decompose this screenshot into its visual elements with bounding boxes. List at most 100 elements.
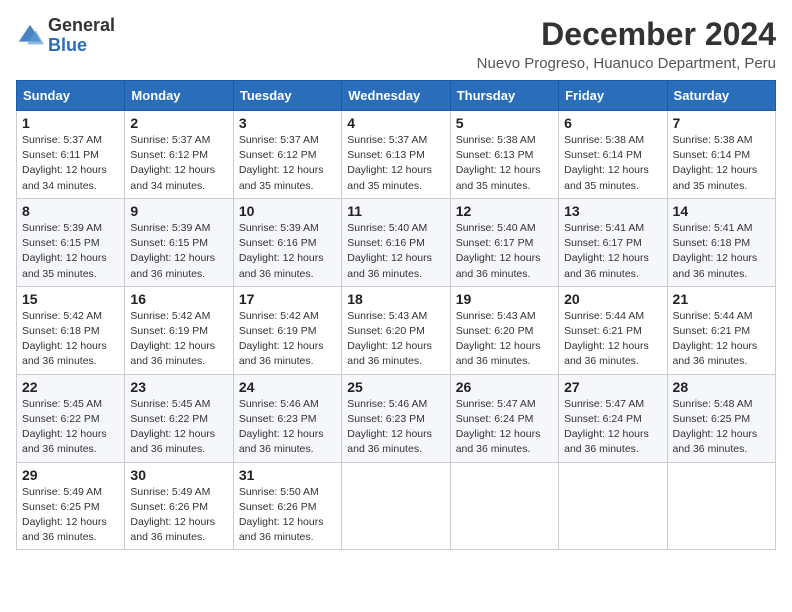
weekday-header-cell: Monday — [125, 81, 233, 111]
calendar-day-cell: 12Sunrise: 5:40 AMSunset: 6:17 PMDayligh… — [450, 198, 558, 286]
calendar-week-row: 8 Sunrise: 5:39 AMSunset: 6:15 PMDaylight… — [17, 198, 776, 286]
calendar-day-cell: 18 Sunrise: 5:43 AMSunset: 6:20 PMDayligh… — [342, 286, 450, 374]
day-info: Sunrise: 5:48 AMSunset: 6:25 PMDaylight:… — [673, 397, 770, 458]
day-number: 26 — [456, 379, 553, 395]
title-section: December 2024 Nuevo Progreso, Huanuco De… — [477, 16, 776, 72]
day-number: 29 — [22, 467, 119, 483]
calendar-day-cell: 19 Sunrise: 5:43 AMSunset: 6:20 PMDayligh… — [450, 286, 558, 374]
weekday-header-cell: Sunday — [17, 81, 125, 111]
page-header: General Blue December 2024 Nuevo Progres… — [16, 16, 776, 72]
calendar-day-cell: 22 Sunrise: 5:45 AMSunset: 6:22 PMDayligh… — [17, 374, 125, 462]
calendar-week-row: 29 Sunrise: 5:49 AMSunset: 6:25 PMDayligh… — [17, 462, 776, 550]
day-info: Sunrise: 5:38 AMSunset: 6:13 PMDaylight:… — [456, 133, 553, 194]
logo-general: General — [48, 15, 115, 35]
calendar-day-cell: 9Sunrise: 5:39 AMSunset: 6:15 PMDaylight… — [125, 198, 233, 286]
day-number: 10 — [239, 203, 336, 219]
calendar-day-cell: 24 Sunrise: 5:46 AMSunset: 6:23 PMDayligh… — [233, 374, 341, 462]
day-number: 5 — [456, 115, 553, 131]
day-info: Sunrise: 5:40 AMSunset: 6:16 PMDaylight:… — [347, 221, 444, 282]
day-number: 24 — [239, 379, 336, 395]
day-info: Sunrise: 5:37 AMSunset: 6:13 PMDaylight:… — [347, 133, 444, 194]
day-number: 1 — [22, 115, 119, 131]
calendar-day-cell: 7 Sunrise: 5:38 AMSunset: 6:14 PMDaylight… — [667, 111, 775, 199]
day-number: 11 — [347, 203, 444, 219]
day-info: Sunrise: 5:45 AMSunset: 6:22 PMDaylight:… — [22, 397, 119, 458]
day-number: 22 — [22, 379, 119, 395]
day-info: Sunrise: 5:46 AMSunset: 6:23 PMDaylight:… — [239, 397, 336, 458]
day-info: Sunrise: 5:37 AMSunset: 6:12 PMDaylight:… — [130, 133, 227, 194]
day-info: Sunrise: 5:43 AMSunset: 6:20 PMDaylight:… — [347, 309, 444, 370]
calendar-day-cell: 6Sunrise: 5:38 AMSunset: 6:14 PMDaylight… — [559, 111, 667, 199]
calendar-day-cell: 14Sunrise: 5:41 AMSunset: 6:18 PMDayligh… — [667, 198, 775, 286]
calendar-day-cell: 29 Sunrise: 5:49 AMSunset: 6:25 PMDayligh… — [17, 462, 125, 550]
calendar-day-cell: 26Sunrise: 5:47 AMSunset: 6:24 PMDayligh… — [450, 374, 558, 462]
calendar-day-cell: 25 Sunrise: 5:46 AMSunset: 6:23 PMDayligh… — [342, 374, 450, 462]
calendar-day-cell: 1 Sunrise: 5:37 AMSunset: 6:11 PMDaylight… — [17, 111, 125, 199]
day-info: Sunrise: 5:39 AMSunset: 6:16 PMDaylight:… — [239, 221, 336, 282]
calendar-day-cell: 10 Sunrise: 5:39 AMSunset: 6:16 PMDayligh… — [233, 198, 341, 286]
day-number: 7 — [673, 115, 770, 131]
calendar-day-cell: 5 Sunrise: 5:38 AMSunset: 6:13 PMDaylight… — [450, 111, 558, 199]
calendar-day-cell: 27Sunrise: 5:47 AMSunset: 6:24 PMDayligh… — [559, 374, 667, 462]
day-info: Sunrise: 5:46 AMSunset: 6:23 PMDaylight:… — [347, 397, 444, 458]
day-number: 8 — [22, 203, 119, 219]
day-info: Sunrise: 5:39 AMSunset: 6:15 PMDaylight:… — [130, 221, 227, 282]
subtitle: Nuevo Progreso, Huanuco Department, Peru — [477, 55, 776, 72]
day-number: 16 — [130, 291, 227, 307]
day-info: Sunrise: 5:44 AMSunset: 6:21 PMDaylight:… — [673, 309, 770, 370]
day-info: Sunrise: 5:38 AMSunset: 6:14 PMDaylight:… — [673, 133, 770, 194]
day-info: Sunrise: 5:38 AMSunset: 6:14 PMDaylight:… — [564, 133, 661, 194]
day-info: Sunrise: 5:40 AMSunset: 6:17 PMDaylight:… — [456, 221, 553, 282]
day-number: 18 — [347, 291, 444, 307]
calendar-day-cell: 4Sunrise: 5:37 AMSunset: 6:13 PMDaylight… — [342, 111, 450, 199]
day-info: Sunrise: 5:37 AMSunset: 6:11 PMDaylight:… — [22, 133, 119, 194]
calendar-body: 1 Sunrise: 5:37 AMSunset: 6:11 PMDaylight… — [17, 111, 776, 550]
calendar-day-cell — [559, 462, 667, 550]
day-info: Sunrise: 5:39 AMSunset: 6:15 PMDaylight:… — [22, 221, 119, 282]
calendar-day-cell: 30 Sunrise: 5:49 AMSunset: 6:26 PMDayligh… — [125, 462, 233, 550]
logo: General Blue — [16, 16, 115, 56]
day-info: Sunrise: 5:43 AMSunset: 6:20 PMDaylight:… — [456, 309, 553, 370]
day-info: Sunrise: 5:49 AMSunset: 6:25 PMDaylight:… — [22, 485, 119, 546]
calendar-day-cell — [667, 462, 775, 550]
day-number: 31 — [239, 467, 336, 483]
day-number: 20 — [564, 291, 661, 307]
calendar-table: SundayMondayTuesdayWednesdayThursdayFrid… — [16, 80, 776, 550]
day-number: 13 — [564, 203, 661, 219]
calendar-week-row: 15Sunrise: 5:42 AMSunset: 6:18 PMDayligh… — [17, 286, 776, 374]
day-number: 25 — [347, 379, 444, 395]
day-info: Sunrise: 5:49 AMSunset: 6:26 PMDaylight:… — [130, 485, 227, 546]
logo-icon — [16, 22, 44, 50]
day-number: 17 — [239, 291, 336, 307]
weekday-header-row: SundayMondayTuesdayWednesdayThursdayFrid… — [17, 81, 776, 111]
day-info: Sunrise: 5:45 AMSunset: 6:22 PMDaylight:… — [130, 397, 227, 458]
calendar-day-cell: 17 Sunrise: 5:42 AMSunset: 6:19 PMDayligh… — [233, 286, 341, 374]
logo-text: General Blue — [48, 16, 115, 56]
day-info: Sunrise: 5:47 AMSunset: 6:24 PMDaylight:… — [564, 397, 661, 458]
calendar-day-cell — [450, 462, 558, 550]
day-number: 19 — [456, 291, 553, 307]
calendar-day-cell: 8 Sunrise: 5:39 AMSunset: 6:15 PMDaylight… — [17, 198, 125, 286]
calendar-day-cell: 23 Sunrise: 5:45 AMSunset: 6:22 PMDayligh… — [125, 374, 233, 462]
day-number: 21 — [673, 291, 770, 307]
day-info: Sunrise: 5:50 AMSunset: 6:26 PMDaylight:… — [239, 485, 336, 546]
calendar-day-cell: 31 Sunrise: 5:50 AMSunset: 6:26 PMDayligh… — [233, 462, 341, 550]
day-info: Sunrise: 5:44 AMSunset: 6:21 PMDaylight:… — [564, 309, 661, 370]
day-info: Sunrise: 5:42 AMSunset: 6:19 PMDaylight:… — [239, 309, 336, 370]
day-info: Sunrise: 5:41 AMSunset: 6:18 PMDaylight:… — [673, 221, 770, 282]
weekday-header-cell: Friday — [559, 81, 667, 111]
logo-blue: Blue — [48, 35, 87, 55]
weekday-header-cell: Tuesday — [233, 81, 341, 111]
calendar-day-cell: 2Sunrise: 5:37 AMSunset: 6:12 PMDaylight… — [125, 111, 233, 199]
day-info: Sunrise: 5:37 AMSunset: 6:12 PMDaylight:… — [239, 133, 336, 194]
calendar-day-cell: 21 Sunrise: 5:44 AMSunset: 6:21 PMDayligh… — [667, 286, 775, 374]
calendar-week-row: 22 Sunrise: 5:45 AMSunset: 6:22 PMDayligh… — [17, 374, 776, 462]
calendar-day-cell: 28 Sunrise: 5:48 AMSunset: 6:25 PMDayligh… — [667, 374, 775, 462]
day-number: 23 — [130, 379, 227, 395]
weekday-header-cell: Saturday — [667, 81, 775, 111]
day-info: Sunrise: 5:42 AMSunset: 6:18 PMDaylight:… — [22, 309, 119, 370]
day-number: 30 — [130, 467, 227, 483]
day-number: 3 — [239, 115, 336, 131]
day-number: 28 — [673, 379, 770, 395]
calendar-day-cell: 11 Sunrise: 5:40 AMSunset: 6:16 PMDayligh… — [342, 198, 450, 286]
